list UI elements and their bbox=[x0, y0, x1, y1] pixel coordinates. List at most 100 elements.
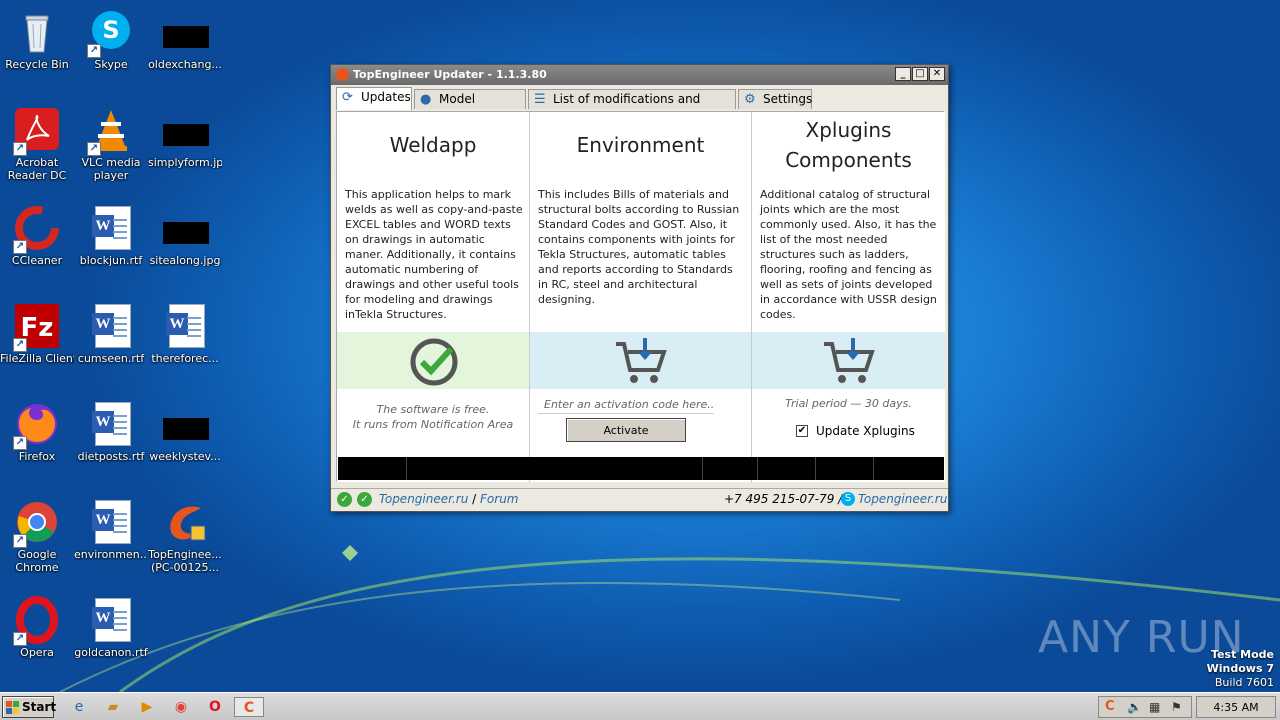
volume-icon[interactable]: 🔈 bbox=[1127, 700, 1142, 714]
chrome-taskbar-icon[interactable]: ◉ bbox=[170, 697, 192, 717]
desktop-icon-dietposts[interactable]: W dietposts.rtf bbox=[74, 396, 148, 486]
desktop-icon-label: VLC media player bbox=[81, 156, 141, 182]
maximize-button[interactable]: □ bbox=[912, 67, 928, 81]
tab-list-of-modifications[interactable]: ☰ List of modifications and updates bbox=[528, 89, 736, 124]
desktop-icon-label: Acrobat Reader DC bbox=[7, 156, 67, 182]
desktop-icon-firefox[interactable]: ↗ Firefox bbox=[0, 396, 74, 486]
desktop-icon-cumseen[interactable]: W cumseen.rtf bbox=[74, 298, 148, 388]
environment-status-band[interactable] bbox=[530, 332, 751, 389]
xplugins-title-line2: Components bbox=[785, 148, 912, 172]
close-button[interactable]: ✕ bbox=[929, 67, 945, 81]
skype-icon: S bbox=[841, 492, 855, 506]
redacted-bar bbox=[338, 457, 944, 480]
desktop-icon-goldcanon[interactable]: W goldcanon.rtf bbox=[74, 592, 148, 682]
ie-icon[interactable]: e bbox=[68, 697, 90, 717]
opera-icon: ↗ bbox=[13, 596, 61, 646]
forum-link[interactable]: Forum bbox=[480, 492, 518, 506]
svg-text:S: S bbox=[102, 16, 119, 44]
xplugins-status-band[interactable] bbox=[752, 332, 945, 389]
disk-icon: ● bbox=[420, 92, 432, 107]
minimize-button[interactable]: _ bbox=[895, 67, 911, 81]
desktop-icon-label: Google Chrome bbox=[15, 548, 59, 574]
image-file-icon bbox=[161, 8, 209, 56]
environment-description: This includes Bills of materials and str… bbox=[538, 188, 740, 306]
link-separator: / bbox=[472, 492, 477, 506]
desktop-icon-opera[interactable]: ↗ Opera bbox=[0, 592, 74, 682]
shortcut-arrow-icon: ↗ bbox=[13, 338, 27, 352]
window-title: TopEngineer Updater - 1.1.3.80 bbox=[353, 68, 547, 81]
shortcut-arrow-icon: ↗ bbox=[13, 240, 27, 254]
environment-title: Environment bbox=[576, 133, 705, 157]
word-document-icon: W bbox=[161, 302, 209, 350]
environment-column: Environment This includes Bills of mater… bbox=[530, 112, 752, 482]
image-file-icon bbox=[161, 106, 209, 154]
desktop-icon-blockjun[interactable]: W blockjun.rtf bbox=[74, 200, 148, 290]
desktop-icon-oldexchang[interactable]: oldexchang... bbox=[148, 4, 222, 94]
folder-icon[interactable]: ▰ bbox=[102, 697, 124, 717]
desktop-icon-label: weeklystev... bbox=[149, 450, 221, 463]
tab-updates[interactable]: ⟳ Updates bbox=[336, 87, 412, 110]
desktop-icon-simplyform[interactable]: simplyform.jpg bbox=[148, 102, 222, 192]
filezilla-icon: Fz ↗ bbox=[13, 302, 61, 352]
update-xplugins-checkbox[interactable]: ✔ bbox=[796, 425, 808, 437]
desktop-icon-topengineer[interactable]: TopEnginee... (PC-00125... bbox=[148, 494, 222, 584]
image-file-icon bbox=[161, 400, 209, 448]
window-titlebar[interactable]: TopEngineer Updater - 1.1.3.80 _ □ ✕ bbox=[331, 65, 948, 85]
topengineer-taskbar-button[interactable]: C bbox=[234, 697, 264, 717]
word-document-icon: W bbox=[87, 400, 135, 448]
shortcut-arrow-icon: ↗ bbox=[13, 534, 27, 548]
desktop-icon-recycle-bin[interactable]: Recycle Bin bbox=[0, 4, 74, 94]
checkmark-icon bbox=[410, 338, 458, 386]
topengineer-tray-icon[interactable]: C bbox=[1105, 699, 1115, 714]
app-logo-icon bbox=[336, 68, 349, 81]
tab-label: Updates bbox=[361, 90, 411, 104]
desktop-icon-label: sitealong.jpg bbox=[149, 254, 221, 267]
weldapp-note-line1: The software is free. bbox=[376, 403, 490, 416]
recycle-bin-icon bbox=[13, 8, 61, 56]
desktop-icon-label: CCleaner bbox=[11, 254, 63, 267]
desktop-icon-thereforec[interactable]: W thereforec... bbox=[148, 298, 222, 388]
xplugins-column: Xplugins Components Additional catalog o… bbox=[752, 112, 945, 482]
clock[interactable]: 4:35 AM bbox=[1196, 696, 1276, 718]
desktop-icon-sitealong[interactable]: sitealong.jpg bbox=[148, 200, 222, 290]
skype-link[interactable]: Topengineer.ru bbox=[858, 489, 947, 510]
ccleaner-icon: ↗ bbox=[13, 204, 61, 254]
desktop-icon-label: environmen... bbox=[74, 548, 148, 561]
desktop-icon-skype[interactable]: S ↗ Skype bbox=[74, 4, 148, 94]
desktop-icon-ccleaner[interactable]: ↗ CCleaner bbox=[0, 200, 74, 290]
activation-code-input[interactable] bbox=[538, 395, 714, 414]
topengineer-link[interactable]: Topengineer.ru bbox=[379, 492, 468, 506]
weldapp-column: Weldapp This application helps to mark w… bbox=[337, 112, 530, 482]
weldapp-note-line2: It runs from Notification Area bbox=[352, 418, 514, 431]
vlc-icon: ↗ bbox=[87, 106, 135, 156]
desktop-icon-filezilla[interactable]: Fz ↗ FileZilla Client bbox=[0, 298, 74, 388]
firefox-icon: ↗ bbox=[13, 400, 61, 450]
xplugins-trial-note: Trial period — 30 days. bbox=[785, 397, 912, 410]
desktop-icon-acrobat[interactable]: ↗ Acrobat Reader DC bbox=[0, 102, 74, 192]
desktop-icon-label: dietposts.rtf bbox=[77, 450, 145, 463]
update-xplugins-label[interactable]: Update Xplugins bbox=[816, 424, 915, 438]
tab-model-backups[interactable]: ● Model backups bbox=[414, 89, 526, 124]
desktop-icon-chrome[interactable]: ↗ Google Chrome bbox=[0, 494, 74, 584]
weldapp-title: Weldapp bbox=[389, 133, 477, 157]
activate-button[interactable]: Activate bbox=[566, 418, 686, 442]
desktop-icon-label: goldcanon.rtf bbox=[74, 646, 148, 659]
desktop-icon-label: Opera bbox=[20, 646, 54, 659]
tab-settings[interactable]: ⚙ Settings bbox=[738, 89, 812, 109]
opera-taskbar-icon[interactable]: O bbox=[204, 697, 226, 717]
test-mode-text: Test Mode Windows 7 Build 7601 bbox=[1207, 648, 1274, 690]
xplugins-title-line1: Xplugins bbox=[805, 118, 892, 142]
image-file-icon bbox=[161, 204, 209, 252]
taskbar: Start e ▰ ▶ ◉ O C C 🔈 ▦ ⚑ 4:35 AM bbox=[0, 692, 1280, 720]
media-player-icon[interactable]: ▶ bbox=[136, 697, 158, 717]
desktop-icon-environmen[interactable]: W environmen... bbox=[74, 494, 148, 584]
status-ok-icon: ✓ bbox=[357, 492, 372, 507]
action-center-flag-icon[interactable]: ⚑ bbox=[1171, 700, 1182, 714]
desktop-icon-vlc[interactable]: ↗ VLC media player bbox=[74, 102, 148, 192]
word-document-icon: W bbox=[87, 596, 135, 644]
network-icon[interactable]: ▦ bbox=[1149, 700, 1160, 714]
desktop-icon-weeklystev[interactable]: weeklystev... bbox=[148, 396, 222, 486]
cart-download-icon bbox=[824, 338, 875, 383]
shortcut-arrow-icon: ↗ bbox=[13, 632, 27, 646]
start-button[interactable]: Start bbox=[2, 696, 56, 718]
